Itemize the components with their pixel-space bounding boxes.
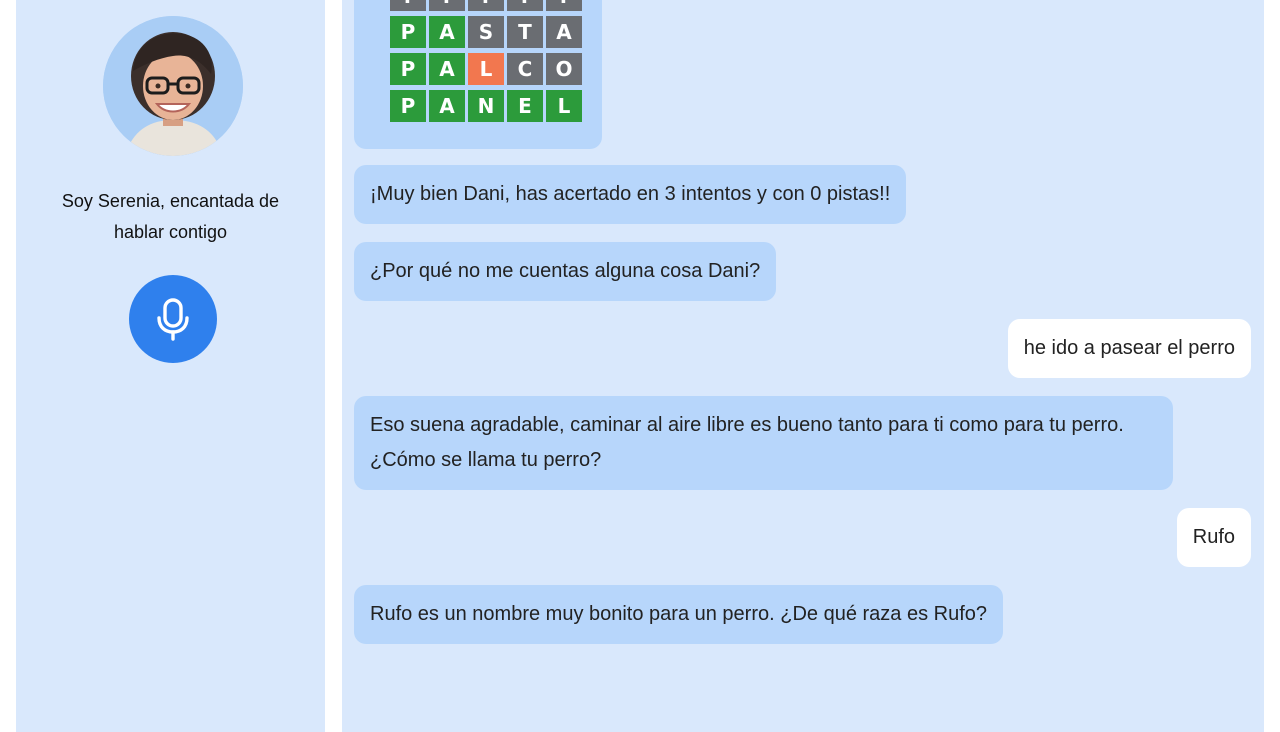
word-game-tile: S — [468, 16, 504, 48]
word-game-tile: ? — [546, 0, 582, 11]
word-game-tile: T — [507, 16, 543, 48]
word-game-card: ?????PASTAPALCOPANEL — [354, 0, 602, 149]
word-game-tile: ? — [390, 0, 426, 11]
user-message: he ido a pasear el perro — [1007, 319, 1251, 378]
bot-message: ¿Por qué no me cuentas alguna cosa Dani? — [354, 242, 777, 301]
chat-panel: ?????PASTAPALCOPANEL ¡Muy bien Dani, has… — [342, 0, 1264, 732]
word-game-grid: ?????PASTAPALCOPANEL — [390, 0, 582, 127]
word-game-tile: O — [546, 53, 582, 85]
word-game-row: PANEL — [390, 90, 582, 122]
bot-message: ¡Muy bien Dani, has acertado en 3 intent… — [354, 165, 907, 224]
user-message: Rufo — [1176, 508, 1251, 567]
word-game-tile: P — [390, 90, 426, 122]
word-game-tile: A — [546, 16, 582, 48]
microphone-button[interactable] — [129, 275, 217, 363]
word-game-row: PALCO — [390, 53, 582, 85]
word-game-tile: A — [429, 90, 465, 122]
bot-message: Rufo es un nombre muy bonito para un per… — [354, 585, 1004, 644]
sidebar: Soy Serenia, encantada de hablar contigo — [16, 0, 325, 732]
word-game-tile: C — [507, 53, 543, 85]
word-game-tile: L — [546, 90, 582, 122]
word-game-tile: P — [390, 16, 426, 48]
word-game-tile: A — [429, 16, 465, 48]
intro-line-1: Soy Serenia, encantada de — [61, 191, 280, 211]
word-game-tile: L — [468, 53, 504, 85]
word-game-tile: N — [468, 90, 504, 122]
word-game-tile: P — [390, 53, 426, 85]
word-game-tile: A — [429, 53, 465, 85]
word-game-tile: ? — [429, 0, 465, 11]
intro-text: Soy Serenia, encantada de hablar contigo — [36, 186, 305, 248]
word-game-row: ????? — [390, 0, 582, 11]
word-game-row: PASTA — [390, 16, 582, 48]
word-game-tile: E — [507, 90, 543, 122]
word-game-tile: ? — [507, 0, 543, 11]
intro-line-2: hablar contigo — [113, 222, 228, 242]
bot-message: Eso suena agradable, caminar al aire lib… — [354, 396, 1173, 490]
word-game-tile: ? — [468, 0, 504, 11]
avatar — [103, 16, 243, 156]
microphone-icon — [157, 298, 189, 341]
avatar-portrait-icon — [103, 16, 243, 156]
